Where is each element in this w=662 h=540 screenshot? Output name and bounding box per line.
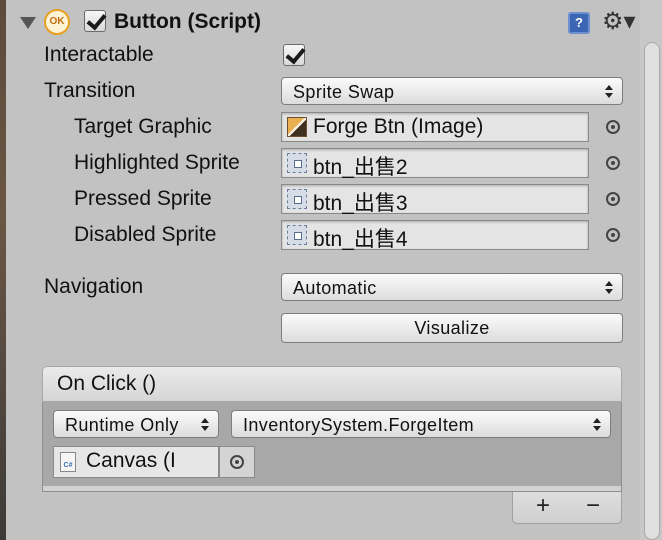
object-picker-icon[interactable] — [230, 455, 244, 469]
component-header[interactable]: OK Button (Script) ? ⚙▾ — [6, 4, 640, 40]
target-graphic-value: Forge Btn (Image) — [313, 115, 484, 138]
disabled-sprite-label: Disabled Sprite — [74, 223, 217, 246]
target-object-picker[interactable] — [219, 446, 255, 478]
inspector-panel: OK Button (Script) ? ⚙▾ Interactable Tra… — [6, 0, 640, 540]
foldout-arrow-icon[interactable] — [20, 17, 36, 29]
disabled-sprite-picker-icon[interactable] — [606, 228, 620, 242]
disabled-sprite-value: btn_出售4 — [313, 228, 408, 251]
navigation-value: Automatic — [293, 278, 377, 298]
target-graphic-field[interactable]: Forge Btn (Image) — [281, 112, 589, 142]
navigation-dropdown[interactable]: Automatic — [281, 273, 623, 301]
remove-listener-button[interactable]: − — [575, 494, 611, 519]
dropdown-arrows-icon — [201, 418, 209, 432]
target-graphic-picker-icon[interactable] — [606, 120, 620, 134]
pressed-sprite-picker-icon[interactable] — [606, 192, 620, 206]
image-icon — [287, 117, 307, 137]
highlighted-sprite-label: Highlighted Sprite — [74, 151, 240, 174]
dropdown-arrows-icon — [605, 85, 613, 99]
dropdown-arrows-icon — [605, 281, 613, 295]
highlighted-sprite-value: btn_出售2 — [313, 156, 408, 179]
transition-value: Sprite Swap — [293, 82, 395, 102]
highlighted-sprite-picker-icon[interactable] — [606, 156, 620, 170]
scrollbar-thumb[interactable] — [644, 42, 660, 540]
target-object-value: Canvas (I — [86, 449, 176, 472]
pressed-sprite-value: btn_出售3 — [313, 192, 408, 215]
gear-icon[interactable]: ⚙▾ — [602, 10, 636, 34]
sprite-icon — [287, 225, 307, 245]
call-state-dropdown[interactable]: Runtime Only — [53, 410, 219, 438]
transition-label: Transition — [44, 79, 136, 102]
sprite-icon — [287, 153, 307, 173]
target-graphic-label: Target Graphic — [74, 115, 212, 138]
navigation-label: Navigation — [44, 275, 144, 298]
on-click-title: On Click () — [57, 372, 157, 395]
pressed-sprite-field[interactable]: btn_出售3 — [281, 184, 589, 215]
disabled-sprite-field[interactable]: btn_出售4 — [281, 220, 589, 251]
function-value: InventorySystem.ForgeItem — [243, 415, 475, 435]
interactable-checkbox[interactable] — [283, 44, 305, 66]
add-listener-button[interactable]: + — [525, 494, 561, 519]
list-footer: + − — [512, 492, 622, 524]
help-icon[interactable]: ? — [568, 12, 590, 34]
transition-dropdown[interactable]: Sprite Swap — [281, 77, 623, 105]
component-title: Button (Script) — [114, 10, 261, 33]
on-click-list: Runtime Only InventorySystem.ForgeItem C… — [42, 402, 622, 492]
pressed-sprite-label: Pressed Sprite — [74, 187, 212, 210]
on-click-header: On Click () — [42, 366, 622, 402]
visualize-button[interactable]: Visualize — [281, 313, 623, 343]
csharp-script-icon: C# — [60, 452, 76, 472]
call-state-value: Runtime Only — [65, 415, 179, 435]
highlighted-sprite-field[interactable]: btn_出售2 — [281, 148, 589, 179]
ok-icon: OK — [44, 9, 70, 35]
component-enabled-checkbox[interactable] — [84, 10, 106, 32]
interactable-label: Interactable — [44, 43, 154, 66]
target-object-field[interactable]: C# Canvas (I — [53, 446, 219, 478]
scrollbar[interactable] — [640, 0, 662, 540]
dropdown-arrows-icon — [593, 418, 601, 432]
sprite-icon — [287, 189, 307, 209]
function-dropdown[interactable]: InventorySystem.ForgeItem — [231, 410, 611, 438]
